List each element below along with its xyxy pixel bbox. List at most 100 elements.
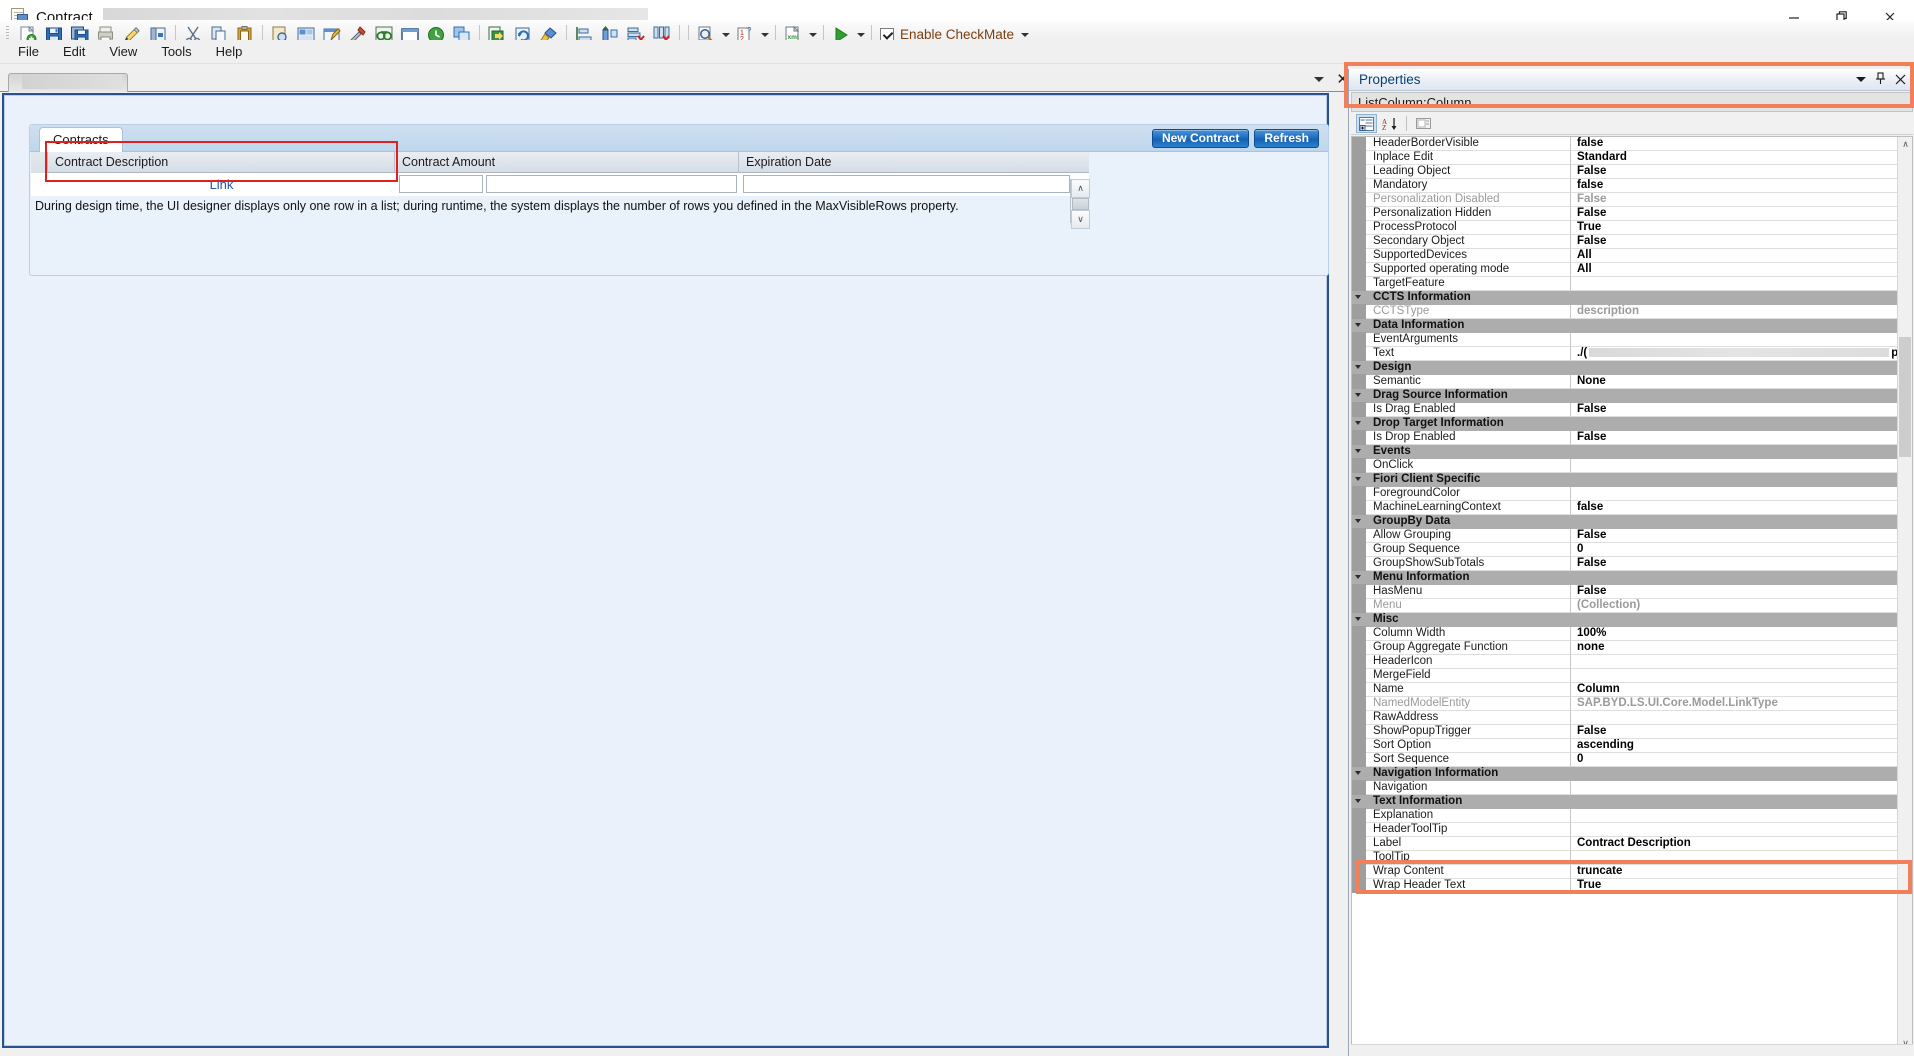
- property-row[interactable]: Is Drag Enabled False: [1352, 403, 1912, 417]
- property-value[interactable]: [1571, 851, 1912, 865]
- property-row[interactable]: Name Column: [1352, 683, 1912, 697]
- property-row[interactable]: HeaderToolTip: [1352, 823, 1912, 837]
- grid-scroll-down-button[interactable]: ∨: [1071, 210, 1090, 229]
- property-category-row[interactable]: Events: [1352, 445, 1912, 459]
- category-expander[interactable]: [1352, 291, 1366, 305]
- property-value[interactable]: [1571, 655, 1912, 669]
- property-row[interactable]: Text ./(p: [1352, 347, 1912, 361]
- property-row[interactable]: CCTSType description: [1352, 305, 1912, 319]
- cell-contract-description-link[interactable]: Link: [48, 174, 395, 195]
- property-value[interactable]: All: [1571, 263, 1912, 277]
- property-row[interactable]: Label Contract Description: [1352, 837, 1912, 851]
- property-value[interactable]: False: [1571, 207, 1912, 221]
- property-row[interactable]: Personalization Hidden False: [1352, 207, 1912, 221]
- property-value[interactable]: false: [1571, 179, 1912, 193]
- cell-expiration-date-input[interactable]: [743, 175, 1070, 193]
- property-value[interactable]: truncate: [1571, 865, 1912, 879]
- property-value[interactable]: [1571, 781, 1912, 795]
- property-row[interactable]: ShowPopupTrigger False: [1352, 725, 1912, 739]
- property-category-row[interactable]: GroupBy Data: [1352, 515, 1912, 529]
- property-row[interactable]: GroupShowSubTotals False: [1352, 557, 1912, 571]
- property-value[interactable]: ./(p: [1571, 347, 1912, 361]
- properties-close-icon[interactable]: [1895, 73, 1906, 87]
- property-row[interactable]: TargetFeature: [1352, 277, 1912, 291]
- property-row[interactable]: Wrap Content truncate: [1352, 865, 1912, 879]
- property-row[interactable]: Personalization Disabled False: [1352, 193, 1912, 207]
- property-category-row[interactable]: Data Information: [1352, 319, 1912, 333]
- property-value[interactable]: False: [1571, 585, 1912, 599]
- property-value[interactable]: False: [1571, 557, 1912, 571]
- menu-item-tools[interactable]: Tools: [149, 42, 203, 61]
- properties-scroll-thumb[interactable]: [1899, 337, 1911, 457]
- property-value[interactable]: [1571, 823, 1912, 837]
- property-value[interactable]: False: [1571, 165, 1912, 179]
- property-row[interactable]: SupportedDevices All: [1352, 249, 1912, 263]
- property-value[interactable]: False: [1571, 235, 1912, 249]
- category-expander[interactable]: [1352, 613, 1366, 627]
- category-expander[interactable]: [1352, 389, 1366, 403]
- property-category-row[interactable]: Design: [1352, 361, 1912, 375]
- tab-list-dropdown-icon[interactable]: [1314, 77, 1325, 82]
- menu-item-view[interactable]: View: [97, 42, 149, 61]
- property-value[interactable]: False: [1571, 725, 1912, 739]
- alphabetical-sort-icon[interactable]: A Z: [1379, 114, 1400, 133]
- category-expander[interactable]: [1352, 795, 1366, 809]
- property-value[interactable]: 0: [1571, 753, 1912, 767]
- property-row[interactable]: OnClick: [1352, 459, 1912, 473]
- property-row[interactable]: Leading Object False: [1352, 165, 1912, 179]
- column-header-contract-description[interactable]: Contract Description: [48, 152, 395, 173]
- category-expander[interactable]: [1352, 361, 1366, 375]
- property-value[interactable]: Standard: [1571, 151, 1912, 165]
- property-row[interactable]: MachineLearningContext false: [1352, 501, 1912, 515]
- property-row[interactable]: Inplace Edit Standard: [1352, 151, 1912, 165]
- property-row[interactable]: ForegroundColor: [1352, 487, 1912, 501]
- property-value[interactable]: [1571, 333, 1912, 347]
- new-contract-button[interactable]: New Contract: [1151, 129, 1250, 148]
- property-value[interactable]: Contract Description: [1571, 837, 1912, 851]
- menu-item-file[interactable]: File: [6, 42, 51, 61]
- properties-horizontal-scrollbar[interactable]: [1351, 1044, 1913, 1056]
- property-row[interactable]: HeaderIcon: [1352, 655, 1912, 669]
- property-value[interactable]: [1571, 459, 1912, 473]
- cell-contract-amount-value-input[interactable]: [399, 175, 483, 193]
- category-expander[interactable]: [1352, 473, 1366, 487]
- property-row[interactable]: Column Width 100%: [1352, 627, 1912, 641]
- property-row[interactable]: NamedModelEntity SAP.BYD.LS.UI.Core.Model…: [1352, 697, 1912, 711]
- property-pages-icon[interactable]: [1413, 114, 1434, 133]
- property-row[interactable]: Mandatory false: [1352, 179, 1912, 193]
- property-row[interactable]: Supported operating mode All: [1352, 263, 1912, 277]
- property-value[interactable]: 100%: [1571, 627, 1912, 641]
- property-value[interactable]: True: [1571, 221, 1912, 235]
- property-value[interactable]: False: [1571, 431, 1912, 445]
- property-value[interactable]: none: [1571, 641, 1912, 655]
- properties-menu-dropdown-icon[interactable]: [1856, 77, 1866, 82]
- column-header-contract-amount[interactable]: Contract Amount: [395, 152, 739, 173]
- property-value[interactable]: 0: [1571, 543, 1912, 557]
- category-expander[interactable]: [1352, 445, 1366, 459]
- property-value[interactable]: None: [1571, 375, 1912, 389]
- property-row[interactable]: Menu (Collection): [1352, 599, 1912, 613]
- pin-icon[interactable]: [1875, 72, 1886, 87]
- property-category-row[interactable]: CCTS Information: [1352, 291, 1912, 305]
- grid-scroll-thumb[interactable]: [1072, 198, 1089, 210]
- column-header-expiration-date[interactable]: Expiration Date: [739, 152, 1070, 173]
- tab-contracts[interactable]: Contracts: [39, 127, 123, 152]
- property-value[interactable]: True: [1571, 879, 1912, 893]
- property-value[interactable]: [1571, 487, 1912, 501]
- property-value[interactable]: All: [1571, 249, 1912, 263]
- property-row[interactable]: Group Aggregate Function none: [1352, 641, 1912, 655]
- property-value[interactable]: ascending: [1571, 739, 1912, 753]
- property-category-row[interactable]: Menu Information: [1352, 571, 1912, 585]
- property-category-row[interactable]: Misc: [1352, 613, 1912, 627]
- property-row[interactable]: HeaderBorderVisible false: [1352, 137, 1912, 151]
- property-value[interactable]: Column: [1571, 683, 1912, 697]
- property-row[interactable]: ProcessProtocol True: [1352, 221, 1912, 235]
- property-category-row[interactable]: Text Information: [1352, 795, 1912, 809]
- property-value[interactable]: SAP.BYD.LS.UI.Core.Model.LinkType: [1571, 697, 1912, 711]
- property-value[interactable]: [1571, 809, 1912, 823]
- category-expander[interactable]: [1352, 417, 1366, 431]
- property-value[interactable]: False: [1571, 403, 1912, 417]
- property-category-row[interactable]: Fiori Client Specific: [1352, 473, 1912, 487]
- menu-item-edit[interactable]: Edit: [51, 42, 97, 61]
- property-row[interactable]: Allow Grouping False: [1352, 529, 1912, 543]
